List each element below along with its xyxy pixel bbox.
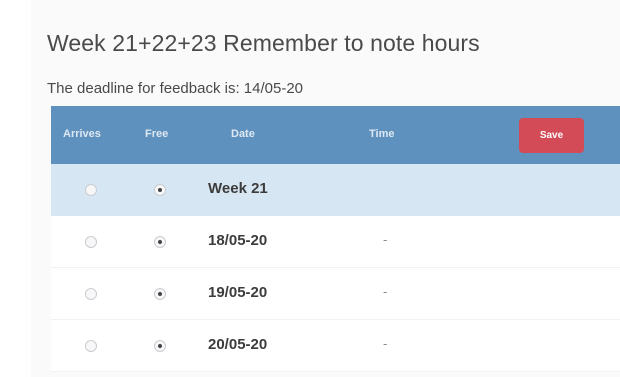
date-cell: 18/05-20 (208, 232, 268, 249)
free-radio[interactable] (154, 340, 166, 352)
header-free: Free (145, 128, 169, 140)
table-row: 18/05-20 - (51, 216, 620, 268)
free-radio[interactable] (154, 288, 166, 300)
arrives-radio[interactable] (85, 236, 97, 248)
arrives-radio[interactable] (85, 288, 97, 300)
hours-table: Arrives Free Date Time Save Week 21 18/0… (51, 106, 620, 372)
week-label: Week 21 (208, 180, 268, 197)
week-arrives-radio[interactable] (85, 184, 97, 196)
deadline-text: The deadline for feedback is: 14/05-20 (47, 80, 304, 97)
time-cell: - (383, 336, 388, 351)
table-row: 19/05-20 - (51, 268, 620, 320)
time-cell: - (383, 284, 388, 299)
table-row: 20/05-20 - (51, 320, 620, 372)
header-time: Time (369, 128, 395, 140)
date-cell: 20/05-20 (208, 336, 268, 353)
date-cell: 19/05-20 (208, 284, 268, 301)
table-header: Arrives Free Date Time Save (51, 106, 620, 164)
header-date: Date (231, 128, 255, 140)
free-radio[interactable] (154, 236, 166, 248)
week-row: Week 21 (51, 164, 620, 216)
save-button[interactable]: Save (519, 118, 584, 153)
page-title: Week 21+22+23 Remember to note hours (47, 30, 480, 56)
week-free-radio[interactable] (154, 184, 166, 196)
header-arrives: Arrives (63, 128, 101, 140)
arrives-radio[interactable] (85, 340, 97, 352)
time-cell: - (383, 232, 388, 247)
